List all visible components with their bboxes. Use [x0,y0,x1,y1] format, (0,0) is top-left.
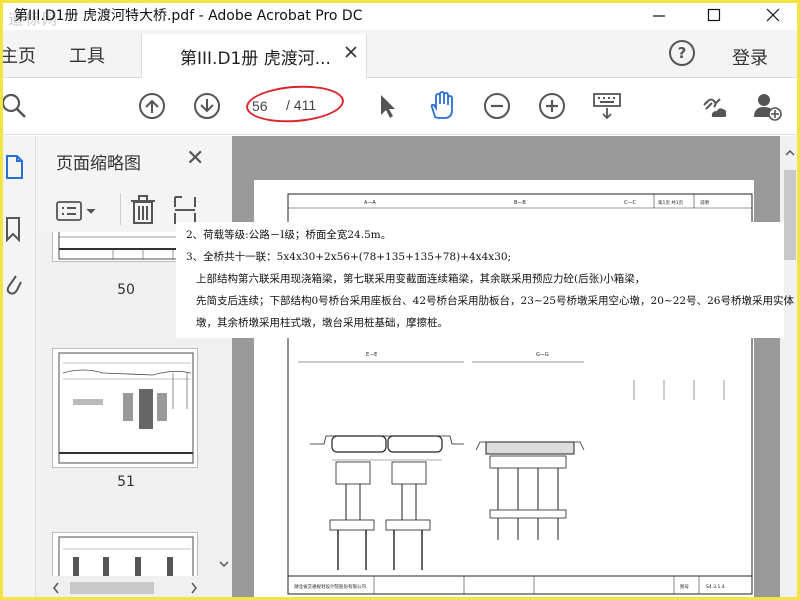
keyboard-scroll-icon [593,93,621,120]
share-link-icon [703,98,727,117]
select-cursor-icon [381,95,395,118]
zoom-in-icon [539,93,565,119]
sheet-number: S4.3.1.4 [706,584,725,590]
page-preview [58,536,194,576]
text-overlay: 2、荷载等级:公路－Ⅰ级；桥面全宽24.5m。 3、全桥共十一联：5x4x30+… [176,222,794,338]
tab-tools[interactable]: 工具 [69,42,105,68]
scroll-down-icon [219,561,229,568]
header-cell: 说明 [700,199,709,206]
document-view[interactable]: A—A B—B C—C 第1页 共1页 说明 E—E G—G 湖北省交通规划设计… [232,136,780,600]
maximize-button[interactable] [691,0,737,30]
scroll-thumb[interactable] [70,582,154,594]
zoom-out-button[interactable] [482,91,512,121]
thumbnail-page-52[interactable] [52,532,198,576]
document-scrollbar[interactable] [780,136,800,600]
thumbnails-panel: 页面缩略图 ✕ 50 51 [36,136,232,600]
search-button[interactable] [0,91,30,121]
bookmarks-button[interactable] [4,216,22,246]
overlay-line: 墩，其余桥墩采用柱式墩，墩台采用桩基础，摩擦桩。 [196,317,448,329]
page-preview [58,352,194,464]
close-tab-button[interactable] [345,42,357,63]
tab-document[interactable]: 第III.D1册 虎渡河... [141,34,367,78]
login-button[interactable]: 登录 [732,44,768,70]
overlay-line: 2、荷载等级:公路－Ⅰ级；桥面全宽24.5m。 [186,229,392,241]
select-tool-button[interactable] [372,91,402,121]
close-panel-button[interactable]: ✕ [186,146,204,171]
section-label: E—E [366,352,377,358]
share-link-button[interactable] [698,91,728,121]
thumbnail-label: 51 [117,474,135,490]
left-rail [0,136,36,600]
panel-title: 页面缩略图 [56,154,141,174]
minimize-button[interactable] [636,0,682,30]
thumbnail-hscrollbar[interactable] [36,576,232,600]
maximize-icon [707,8,721,22]
section-label: C—C [624,200,636,206]
divider [120,193,121,225]
hand-tool-icon [430,91,453,119]
page-thumbnails-button[interactable] [4,154,24,184]
page-thumbnails-icon [6,155,23,179]
thumbnail-options-button[interactable] [56,199,100,227]
page-down-icon [194,93,220,119]
window-title: 第III.D1册 虎渡河特大桥.pdf - Adobe Acrobat Pro … [14,8,363,24]
overlay-line: 先简支后连续；下部结构0号桥台采用座板台、42号桥台采用肋板台，23~25号桥墩… [196,295,794,307]
scroll-left-icon [53,582,59,594]
trash-icon [131,195,155,224]
thumbnail-page-51[interactable] [52,348,198,468]
overlay-line: 3、全桥共十一联：5x4x30+2x56+(78+135+135+78)+4x4… [186,251,512,263]
next-page-button[interactable] [192,91,222,121]
page-up-icon [139,93,165,119]
scroll-right-icon [191,582,197,594]
minimize-icon [653,15,665,17]
header-cell: 第1页 共1页 [658,199,684,206]
overlay-line: 上部结构第六联采用现浇箱梁，第七联采用变截面连续箱梁，其余联采用预应力砼(后张)… [196,273,646,285]
delete-page-button[interactable] [130,195,156,229]
close-icon [345,46,357,58]
toolbar [0,79,800,135]
scroll-thumb[interactable] [784,170,796,260]
previous-page-button[interactable] [137,91,167,121]
help-button[interactable]: ? [669,40,695,66]
options-menu-icon [56,201,96,221]
zoom-out-icon [484,93,510,119]
add-user-button[interactable] [752,91,782,121]
section-label: B—B [514,200,526,206]
company-name: 湖北省交通规划设计院股份有限公司 [294,583,366,590]
zoom-in-button[interactable] [537,91,567,121]
section-label: G—G [536,352,549,358]
tab-home[interactable]: 主页 [0,42,36,68]
document-tab-label: 第III.D1册 虎渡河... [180,49,331,69]
search-icon [1,93,26,118]
scroll-up-icon [785,149,795,156]
hand-tool-button[interactable] [427,91,457,121]
section-label: A—A [364,200,376,206]
keyboard-scroll-button[interactable] [592,91,622,121]
attachments-button[interactable] [4,270,22,300]
paperclip-icon [6,275,22,295]
add-user-icon [754,94,782,121]
extract-page-icon [174,196,196,224]
drawing-number-label: 图号 [680,584,689,590]
title-bar: 道标网 第III.D1册 虎渡河特大桥.pdf - Adobe Acrobat … [0,0,800,30]
close-window-button[interactable] [750,0,796,30]
close-icon [766,8,780,22]
bookmark-icon [6,217,20,243]
